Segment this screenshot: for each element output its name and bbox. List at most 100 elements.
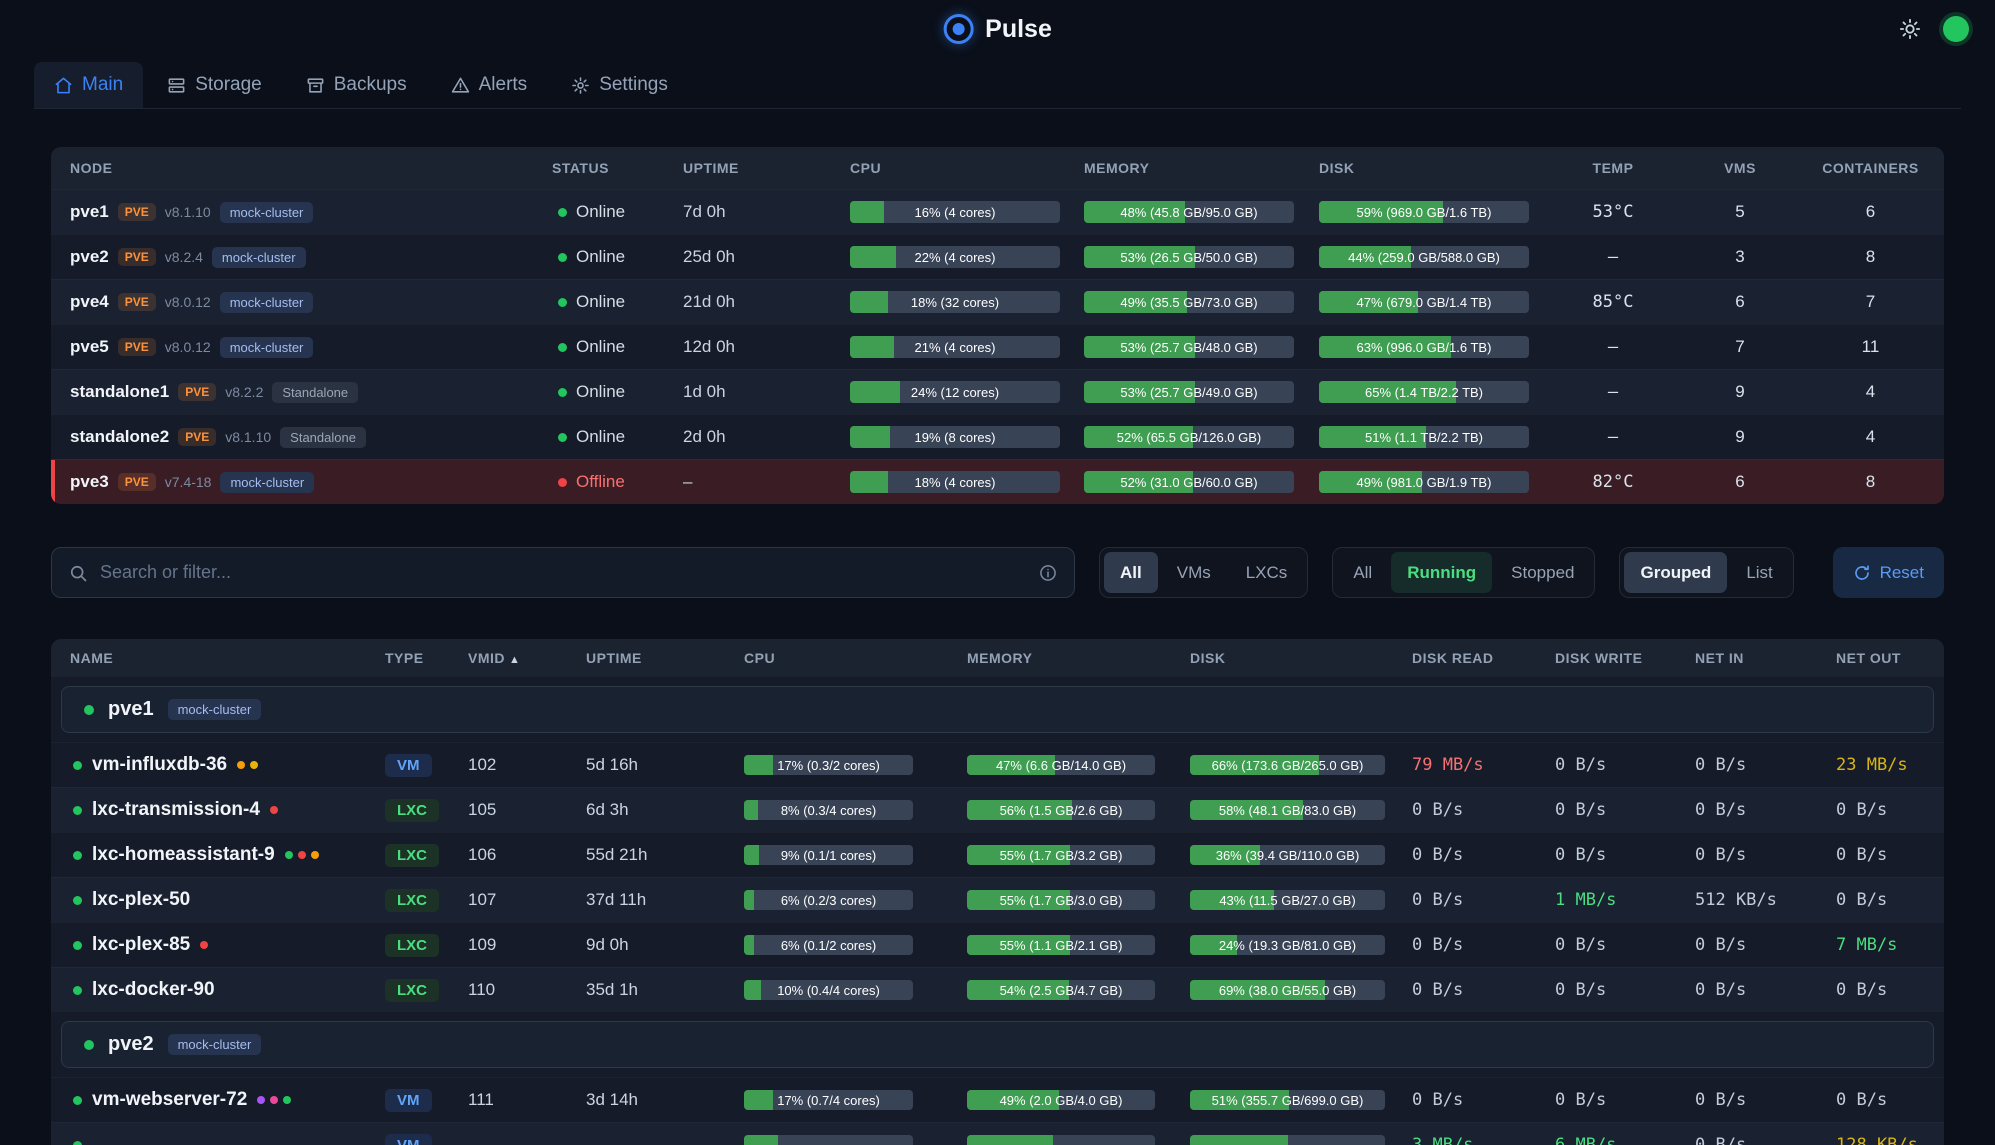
- node-row[interactable]: standalone1 PVE v8.2.2 Standalone Online…: [51, 369, 1944, 414]
- guest-uptime: 9d 0h: [576, 935, 734, 955]
- node-uptime: –: [673, 472, 840, 492]
- reset-button[interactable]: Reset: [1833, 547, 1944, 598]
- column-header-vmid[interactable]: VMID▲: [458, 650, 576, 666]
- refresh-icon: [1853, 564, 1871, 582]
- memory-usage-bar: 53% (26.5 GB/50.0 GB): [1084, 246, 1294, 268]
- alert-dot-orange: [311, 851, 319, 859]
- node-row[interactable]: pve5 PVE v8.0.12 mock-cluster Online 12d…: [51, 324, 1944, 369]
- theme-toggle-button[interactable]: [1899, 18, 1921, 40]
- cluster-badge: mock-cluster: [212, 247, 306, 268]
- connection-status-indicator[interactable]: [1943, 16, 1969, 42]
- column-header-node[interactable]: NODE: [51, 160, 542, 176]
- column-header-name[interactable]: NAME: [51, 650, 375, 666]
- disk-write-value: 6 MB/s: [1545, 1135, 1685, 1145]
- node-row[interactable]: pve3 PVE v7.4-18 mock-cluster Offline – …: [51, 459, 1944, 504]
- guest-uptime: 37d 11h: [576, 890, 734, 910]
- column-header-net-in[interactable]: NET IN: [1685, 650, 1826, 666]
- column-header-disk-read[interactable]: DISK READ: [1402, 650, 1545, 666]
- tab-settings[interactable]: Settings: [551, 62, 688, 108]
- guest-vmid: 106: [458, 845, 576, 865]
- guest-status-dot: [73, 1096, 82, 1105]
- alert-dot-orange: [237, 761, 245, 769]
- guest-uptime: 35d 1h: [576, 980, 734, 1000]
- guest-name: lxc-transmission-4: [92, 799, 260, 821]
- filter-option-stopped[interactable]: Stopped: [1495, 552, 1590, 593]
- cluster-badge: mock-cluster: [220, 472, 314, 493]
- search-input[interactable]: [100, 562, 1026, 583]
- node-temp: –: [1543, 337, 1683, 357]
- column-header-vms[interactable]: VMS: [1683, 160, 1797, 176]
- net-out-value: 0 B/s: [1826, 1090, 1944, 1110]
- node-row[interactable]: pve2 PVE v8.2.4 mock-cluster Online 25d …: [51, 234, 1944, 279]
- cluster-badge: mock-cluster: [220, 337, 314, 358]
- info-icon[interactable]: [1038, 563, 1058, 583]
- guest-row[interactable]: lxc-plex-85 LXC 109 9d 0h 6% (0.1/2 core…: [51, 922, 1944, 967]
- filter-option-list[interactable]: List: [1730, 552, 1788, 593]
- node-row[interactable]: standalone2 PVE v8.1.10 Standalone Onlin…: [51, 414, 1944, 459]
- node-vm-count: 3: [1683, 247, 1797, 267]
- group-status-dot: [84, 705, 94, 715]
- node-version: v8.0.12: [165, 339, 211, 355]
- cpu-usage-bar: 16% (4 cores): [850, 201, 1060, 223]
- guest-type-badge: VM: [385, 1134, 432, 1145]
- filter-option-all[interactable]: All: [1337, 552, 1388, 593]
- status-dot: [558, 298, 567, 307]
- filter-option-all[interactable]: All: [1104, 552, 1158, 593]
- column-header-net-out[interactable]: NET OUT: [1826, 650, 1944, 666]
- filter-option-running[interactable]: Running: [1391, 552, 1492, 593]
- column-header-guest-cpu[interactable]: CPU: [734, 650, 957, 666]
- node-group-header[interactable]: pve1 mock-cluster: [51, 677, 1944, 742]
- column-header-disk-write[interactable]: DISK WRITE: [1545, 650, 1685, 666]
- guest-row[interactable]: vm-influxdb-36 VM 102 5d 16h 17% (0.3/2 …: [51, 742, 1944, 787]
- status-dot: [558, 343, 567, 352]
- column-header-uptime[interactable]: UPTIME: [673, 160, 840, 176]
- disk-write-value: 0 B/s: [1545, 800, 1685, 820]
- node-temp: 85°C: [1543, 292, 1683, 312]
- column-header-temp[interactable]: TEMP: [1543, 160, 1683, 176]
- tab-main[interactable]: Main: [34, 62, 143, 108]
- net-out-value: 7 MB/s: [1826, 935, 1944, 955]
- guest-row[interactable]: lxc-docker-90 LXC 110 35d 1h 10% (0.4/4 …: [51, 967, 1944, 1012]
- filter-option-vms[interactable]: VMs: [1161, 552, 1227, 593]
- nodes-table-body: pve1 PVE v8.1.10 mock-cluster Online 7d …: [51, 189, 1944, 504]
- node-name: standalone1: [70, 382, 169, 402]
- node-uptime: 12d 0h: [673, 337, 840, 357]
- column-header-type[interactable]: TYPE: [375, 650, 458, 666]
- guest-row[interactable]: lxc-plex-50 LXC 107 37d 11h 6% (0.2/3 co…: [51, 877, 1944, 922]
- nodes-table-header: NODE STATUS UPTIME CPU MEMORY DISK TEMP …: [51, 147, 1944, 189]
- tab-backups[interactable]: Backups: [286, 62, 427, 108]
- column-header-guest-memory[interactable]: MEMORY: [957, 650, 1180, 666]
- filter-option-grouped[interactable]: Grouped: [1624, 552, 1727, 593]
- filter-option-lxcs[interactable]: LXCs: [1230, 552, 1304, 593]
- node-group-header[interactable]: pve2 mock-cluster: [51, 1012, 1944, 1077]
- guest-row[interactable]: lxc-homeassistant-9 LXC 106 55d 21h 9% (…: [51, 832, 1944, 877]
- node-name: pve4: [70, 292, 109, 312]
- disk-read-value: 0 B/s: [1402, 845, 1545, 865]
- tab-alerts[interactable]: Alerts: [431, 62, 548, 108]
- column-header-guest-uptime[interactable]: UPTIME: [576, 650, 734, 666]
- node-row[interactable]: pve4 PVE v8.0.12 mock-cluster Online 21d…: [51, 279, 1944, 324]
- tab-storage[interactable]: Storage: [147, 62, 282, 108]
- node-container-count: 11: [1797, 337, 1944, 357]
- node-temp: –: [1543, 427, 1683, 447]
- guests-table-body: pve1 mock-cluster vm-influxdb-36 VM 102 …: [51, 677, 1944, 1145]
- guest-status-dot: [73, 986, 82, 995]
- guest-row[interactable]: VM 3 MB/s 6 MB/s 0 B/s 128 KB/s: [51, 1122, 1944, 1145]
- guest-type-badge: LXC: [385, 934, 439, 957]
- disk-read-value: 0 B/s: [1402, 935, 1545, 955]
- cluster-badge: Standalone: [280, 427, 366, 448]
- column-header-guest-disk[interactable]: DISK: [1180, 650, 1402, 666]
- column-header-disk[interactable]: DISK: [1309, 160, 1543, 176]
- disk-read-value: 79 MB/s: [1402, 755, 1545, 775]
- guest-disk-bar: 36% (39.4 GB/110.0 GB): [1190, 845, 1385, 865]
- guest-row[interactable]: lxc-transmission-4 LXC 105 6d 3h 8% (0.3…: [51, 787, 1944, 832]
- column-header-status[interactable]: STATUS: [542, 160, 673, 176]
- guest-disk-bar: 66% (173.6 GB/265.0 GB): [1190, 755, 1385, 775]
- column-header-containers[interactable]: CONTAINERS: [1797, 160, 1944, 176]
- node-name: pve5: [70, 337, 109, 357]
- column-header-memory[interactable]: MEMORY: [1074, 160, 1309, 176]
- guest-memory-bar: 56% (1.5 GB/2.6 GB): [967, 800, 1155, 820]
- node-row[interactable]: pve1 PVE v8.1.10 mock-cluster Online 7d …: [51, 189, 1944, 234]
- column-header-cpu[interactable]: CPU: [840, 160, 1074, 176]
- guest-row[interactable]: vm-webserver-72 VM 111 3d 14h 17% (0.7/4…: [51, 1077, 1944, 1122]
